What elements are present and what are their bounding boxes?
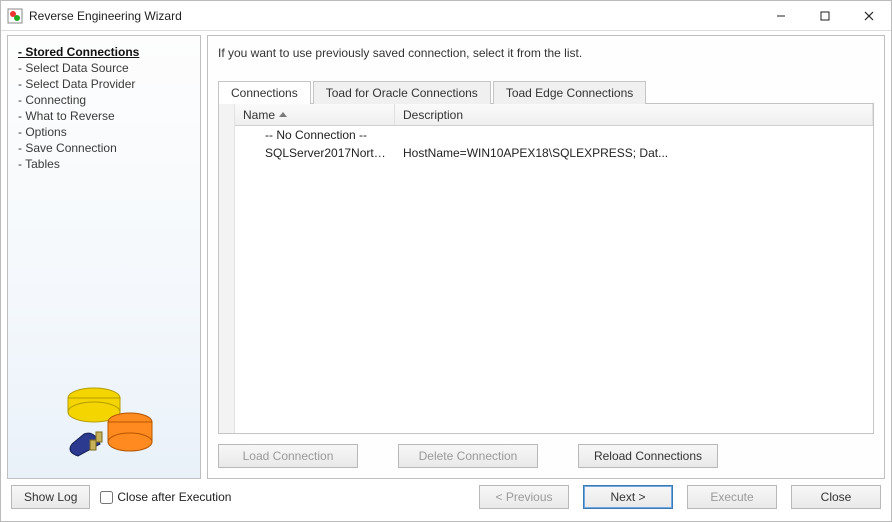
close-after-execution-checkbox[interactable]: Close after Execution xyxy=(100,490,231,504)
tab-toad-edge[interactable]: Toad Edge Connections xyxy=(493,81,646,104)
show-log-button[interactable]: Show Log xyxy=(11,485,90,509)
sidebar-artwork xyxy=(18,374,190,470)
tree-gutter xyxy=(219,104,235,433)
bottom-bar: Show Log Close after Execution < Previou… xyxy=(1,479,891,521)
close-button[interactable]: Close xyxy=(791,485,881,509)
step-select-data-source[interactable]: - Select Data Source xyxy=(18,60,190,76)
column-headers: Name Description xyxy=(235,104,873,126)
step-connecting[interactable]: - Connecting xyxy=(18,92,190,108)
step-what-to-reverse[interactable]: - What to Reverse xyxy=(18,108,190,124)
load-connection-button[interactable]: Load Connection xyxy=(218,444,358,468)
close-after-execution-input[interactable] xyxy=(100,491,113,504)
main-panel: If you want to use previously saved conn… xyxy=(207,35,885,479)
app-icon xyxy=(7,8,23,24)
step-select-data-provider[interactable]: - Select Data Provider xyxy=(18,76,190,92)
close-after-label: Close after Execution xyxy=(117,490,231,504)
connection-row-no-connection[interactable]: -- No Connection -- xyxy=(235,126,873,144)
row1-name: SQLServer2017Northw... xyxy=(235,146,395,160)
row1-desc: HostName=WIN10APEX18\SQLEXPRESS; Dat... xyxy=(395,146,873,160)
connections-list: Name Description -- No Connection -- SQL… xyxy=(218,104,874,434)
tab-connections[interactable]: Connections xyxy=(218,81,311,104)
sort-asc-icon xyxy=(279,112,287,117)
window-title: Reverse Engineering Wizard xyxy=(29,9,182,23)
reload-connections-button[interactable]: Reload Connections xyxy=(578,444,718,468)
next-button[interactable]: Next > xyxy=(583,485,673,509)
wizard-sidebar: - Stored Connections - Select Data Sourc… xyxy=(7,35,201,479)
column-header-name[interactable]: Name xyxy=(235,104,395,125)
row0-name: -- No Connection -- xyxy=(235,128,395,142)
delete-connection-button[interactable]: Delete Connection xyxy=(398,444,538,468)
action-row: Load Connection Delete Connection Reload… xyxy=(218,434,874,468)
hint-text: If you want to use previously saved conn… xyxy=(218,46,874,60)
close-window-button[interactable] xyxy=(847,1,891,31)
tab-bar: Connections Toad for Oracle Connections … xyxy=(218,80,874,104)
column-desc-label: Description xyxy=(403,108,463,122)
step-stored-connections[interactable]: - Stored Connections xyxy=(18,44,190,60)
connection-row-sqlserver[interactable]: SQLServer2017Northw... HostName=WIN10APE… xyxy=(235,144,873,162)
tab-toad-oracle[interactable]: Toad for Oracle Connections xyxy=(313,81,491,104)
title-bar: Reverse Engineering Wizard xyxy=(1,1,891,31)
column-header-description[interactable]: Description xyxy=(395,104,873,125)
step-options[interactable]: - Options xyxy=(18,124,190,140)
minimize-button[interactable] xyxy=(759,1,803,31)
step-save-connection[interactable]: - Save Connection xyxy=(18,140,190,156)
step-tables[interactable]: - Tables xyxy=(18,156,190,172)
previous-button[interactable]: < Previous xyxy=(479,485,569,509)
column-name-label: Name xyxy=(243,108,275,122)
execute-button[interactable]: Execute xyxy=(687,485,777,509)
window-controls xyxy=(759,1,891,31)
maximize-button[interactable] xyxy=(803,1,847,31)
wizard-steps: - Stored Connections - Select Data Sourc… xyxy=(18,44,190,172)
